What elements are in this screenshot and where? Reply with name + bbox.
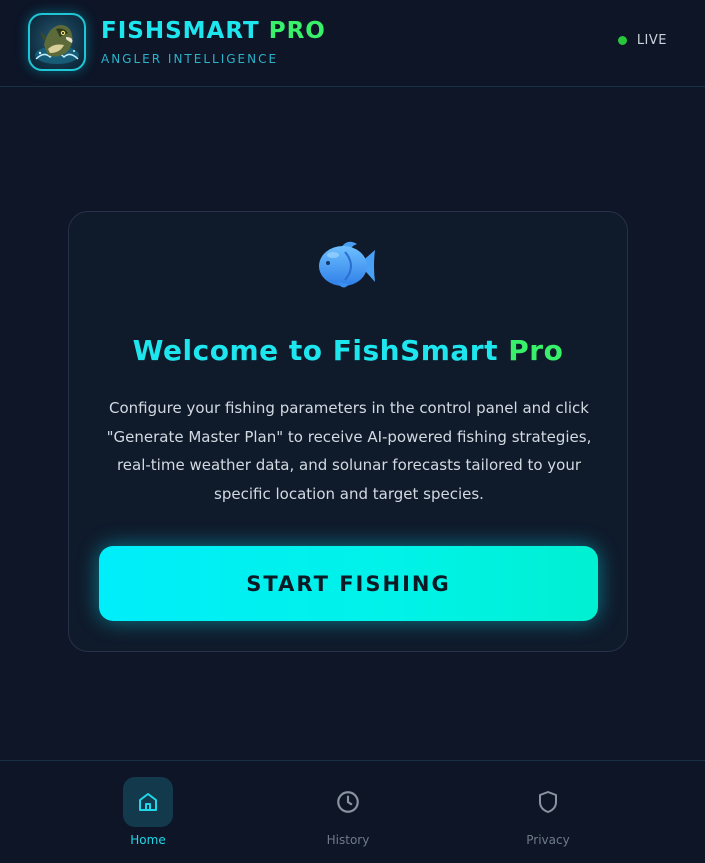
app-title: FISHSMART PRO bbox=[101, 18, 326, 44]
welcome-description: Configure your fishing parameters in the… bbox=[106, 399, 592, 503]
shield-icon bbox=[539, 791, 557, 813]
status-dot-icon bbox=[617, 36, 627, 45]
fish-icon bbox=[315, 238, 379, 294]
shield-icon-wrap bbox=[523, 777, 573, 827]
clock-icon-wrap bbox=[323, 777, 373, 827]
app-subtitle: ANGLER INTELLIGENCE bbox=[101, 52, 279, 66]
home-icon-wrap bbox=[123, 777, 173, 827]
app-header: FISHSMART PRO ANGLER INTELLIGENCE LIVE bbox=[0, 0, 705, 87]
welcome-title: Welcome to FishSmart Pro bbox=[69, 334, 627, 367]
start-fishing-button[interactable]: START FISHING bbox=[99, 546, 598, 621]
nav-item-home[interactable]: Home bbox=[88, 761, 208, 863]
live-status: LIVE bbox=[617, 33, 667, 48]
welcome-title-main: Welcome to FishSmart bbox=[132, 334, 499, 367]
welcome-card: Welcome to FishSmart Pro Configure your … bbox=[68, 211, 628, 652]
nav-label-home: Home bbox=[130, 833, 166, 847]
nav-item-privacy[interactable]: Privacy bbox=[488, 761, 608, 863]
brand-main-text: FISHSMART bbox=[101, 18, 260, 44]
home-icon bbox=[139, 793, 157, 811]
bottom-nav: Home History Privacy bbox=[0, 760, 705, 863]
nav-label-privacy: Privacy bbox=[526, 833, 570, 847]
status-label: LIVE bbox=[636, 33, 667, 48]
nav-item-history[interactable]: History bbox=[288, 761, 408, 863]
brand-pro-text: PRO bbox=[268, 18, 326, 44]
clock-icon bbox=[337, 791, 359, 813]
welcome-title-pro: Pro bbox=[508, 334, 564, 367]
nav-label-history: History bbox=[326, 833, 370, 847]
bass-fish-logo-icon bbox=[28, 13, 86, 71]
